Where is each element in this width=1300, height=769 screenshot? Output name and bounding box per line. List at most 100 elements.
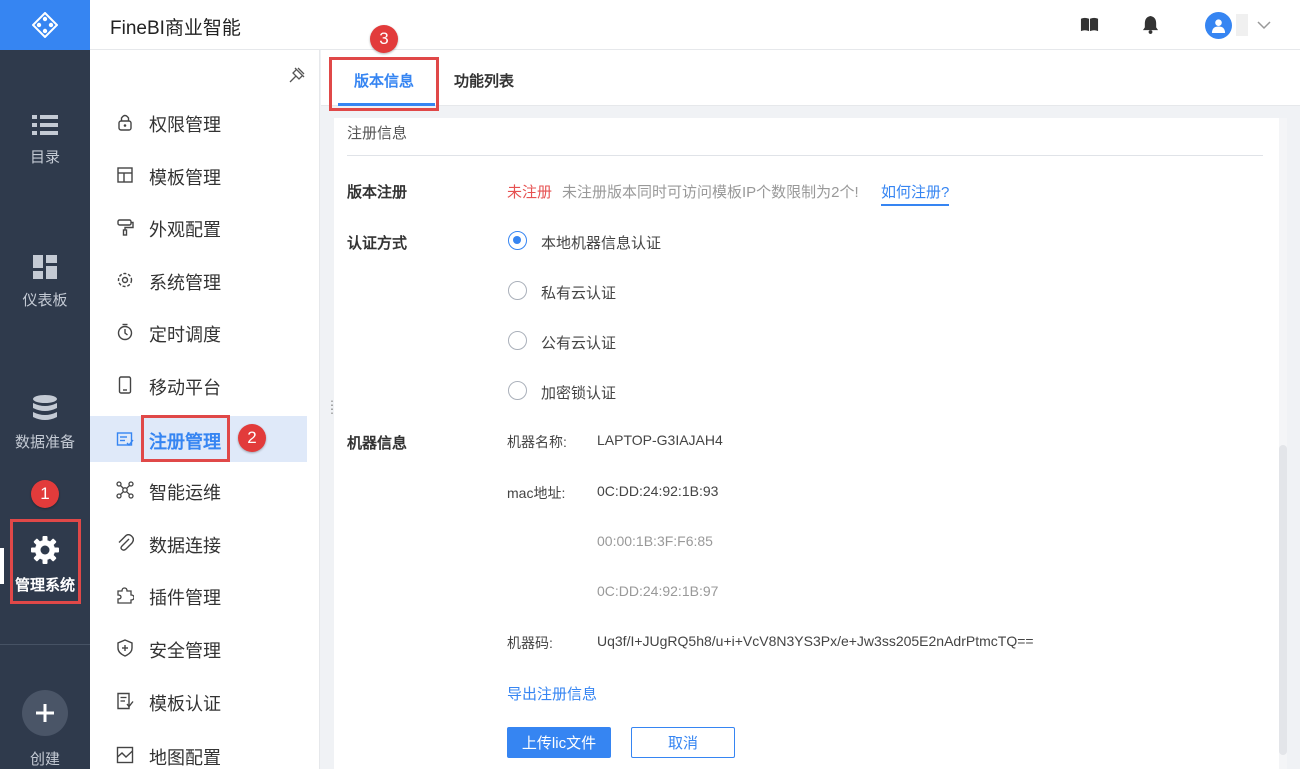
radio-public-cloud[interactable] [508,331,527,350]
pin-icon[interactable] [288,66,306,84]
radio-dongle[interactable] [508,381,527,400]
mac-address-value: 0C:DD:24:92:1B:97 [597,583,719,599]
step-badge-3: 3 [370,25,398,53]
list-icon [32,114,58,135]
menu-item-label: 权限管理 [149,115,221,135]
status-badge: 未注册 [507,184,553,201]
network-icon [116,481,134,499]
plus-icon [36,704,54,722]
menu-item-system[interactable]: 系统管理 [90,257,307,303]
mobile-icon [118,376,132,394]
register-icon [116,432,134,447]
tab-feature-list[interactable]: 功能列表 [454,70,514,91]
logo[interactable] [0,0,90,50]
stopwatch-icon [117,323,133,341]
radio-label-local-auth[interactable]: 本地机器信息认证 [541,232,661,253]
rail-item-data-prep[interactable]: 数据准备 [0,378,90,468]
dashboard-icon [33,254,57,279]
section-title: 注册信息 [347,125,408,142]
machine-code-value: Uq3f/I+JUgRQ5h8/u+i+VcV8N3YS3Px/e+Jw3ss2… [597,633,1034,649]
menu-item-label: 数据连接 [149,536,221,556]
menu-item-templates[interactable]: 模板管理 [90,152,307,198]
menu-item-permissions[interactable]: 权限管理 [90,99,307,145]
highlight-box-registration [141,415,230,462]
menu-item-label: 外观配置 [149,220,221,240]
map-icon [116,746,134,764]
paint-roller-icon [117,219,134,236]
machine-name-label: 机器名称: [507,434,567,450]
settings-icon [117,272,133,288]
machine-code-label: 机器码: [507,635,553,651]
menu-item-mobile[interactable]: 移动平台 [90,362,307,408]
machine-info-label: 机器信息 [347,435,408,452]
certificate-icon [117,692,134,710]
rail-item-dashboard[interactable]: 仪表板 [0,237,90,327]
version-register-label: 版本注册 [347,184,408,201]
rail-item-label: 仪表板 [22,291,68,309]
menu-item-security[interactable]: 安全管理 [90,625,307,671]
section-divider [347,155,1263,156]
registration-note: 未注册版本同时可访问模板IP个数限制为2个! [562,184,859,201]
how-to-register-link[interactable]: 如何注册? [881,181,950,206]
machine-name-value: LAPTOP-G3IAJAH4 [597,432,723,448]
rail-item-label: 目录 [29,148,60,166]
app-title: FineBI商业智能 [110,18,241,39]
rail-divider [0,644,90,645]
create-button[interactable] [22,690,68,736]
tab-bar: 版本信息 功能列表 [321,50,1300,106]
top-header: FineBI商业智能 [90,0,1300,50]
lock-icon [118,114,132,131]
upload-lic-button[interactable]: 上传lic文件 [507,727,611,758]
menu-item-schedule[interactable]: 定时调度 [90,309,307,355]
menu-item-appearance[interactable]: 外观配置 [90,204,307,250]
menu-item-map[interactable]: 地图配置 [90,732,307,769]
bell-icon[interactable] [1142,15,1159,34]
highlight-box-version-tab [329,57,439,111]
highlight-box-admin [10,519,81,604]
menu-item-label: 模板认证 [149,694,221,714]
radio-label-private-cloud[interactable]: 私有云认证 [541,282,616,303]
menu-item-data-connection[interactable]: 数据连接 [90,520,307,566]
radio-local-auth[interactable] [508,231,527,250]
chevron-down-icon[interactable] [1256,17,1272,33]
menu-item-template-cert[interactable]: 模板认证 [90,678,307,724]
menu-item-label: 插件管理 [149,588,221,608]
mac-address-value: 00:00:1B:3F:F6:85 [597,533,713,549]
rail-item-catalog[interactable]: 目录 [0,95,90,185]
menu-item-plugins[interactable]: 插件管理 [90,572,307,618]
mac-address-value: 0C:DD:24:92:1B:93 [597,483,719,499]
logo-icon [32,12,58,38]
menu-item-label: 定时调度 [149,325,221,345]
radio-private-cloud[interactable] [508,281,527,300]
menu-item-label: 移动平台 [149,378,221,398]
auth-method-label: 认证方式 [347,235,408,252]
admin-menu: 权限管理 模板管理 外观配置 系统管理 定时调度 移动平台 注册管理 智能运维 … [90,50,320,769]
paperclip-icon [118,534,134,551]
database-icon [33,394,57,420]
menu-item-label: 模板管理 [149,168,221,188]
user-icon [1211,19,1226,33]
step-badge-1: 1 [31,480,59,508]
menu-item-label: 智能运维 [149,483,221,503]
cancel-button[interactable]: 取消 [631,727,735,758]
radio-label-dongle[interactable]: 加密锁认证 [541,382,616,403]
shield-icon [117,639,133,657]
user-name[interactable] [1236,14,1248,36]
menu-item-label: 地图配置 [149,748,221,768]
create-label: 创建 [29,751,60,768]
rail-item-label: 数据准备 [14,433,75,451]
registration-panel: 注册信息 [334,118,1280,769]
menu-item-ops[interactable]: 智能运维 [90,467,307,513]
export-registration-link[interactable]: 导出注册信息 [507,683,597,704]
mac-address-label: mac地址: [507,485,566,501]
left-rail: 目录 仪表板 数据准备 管理系统 创建 [0,0,90,769]
template-icon [117,167,133,183]
avatar-icon[interactable] [1205,12,1232,39]
menu-item-label: 安全管理 [149,641,221,661]
radio-label-public-cloud[interactable]: 公有云认证 [541,332,616,353]
scrollbar-thumb[interactable] [1279,445,1287,755]
step-badge-2: 2 [238,424,266,452]
menu-item-label: 系统管理 [149,273,221,293]
puzzle-icon [117,587,134,604]
book-icon[interactable] [1080,15,1099,34]
